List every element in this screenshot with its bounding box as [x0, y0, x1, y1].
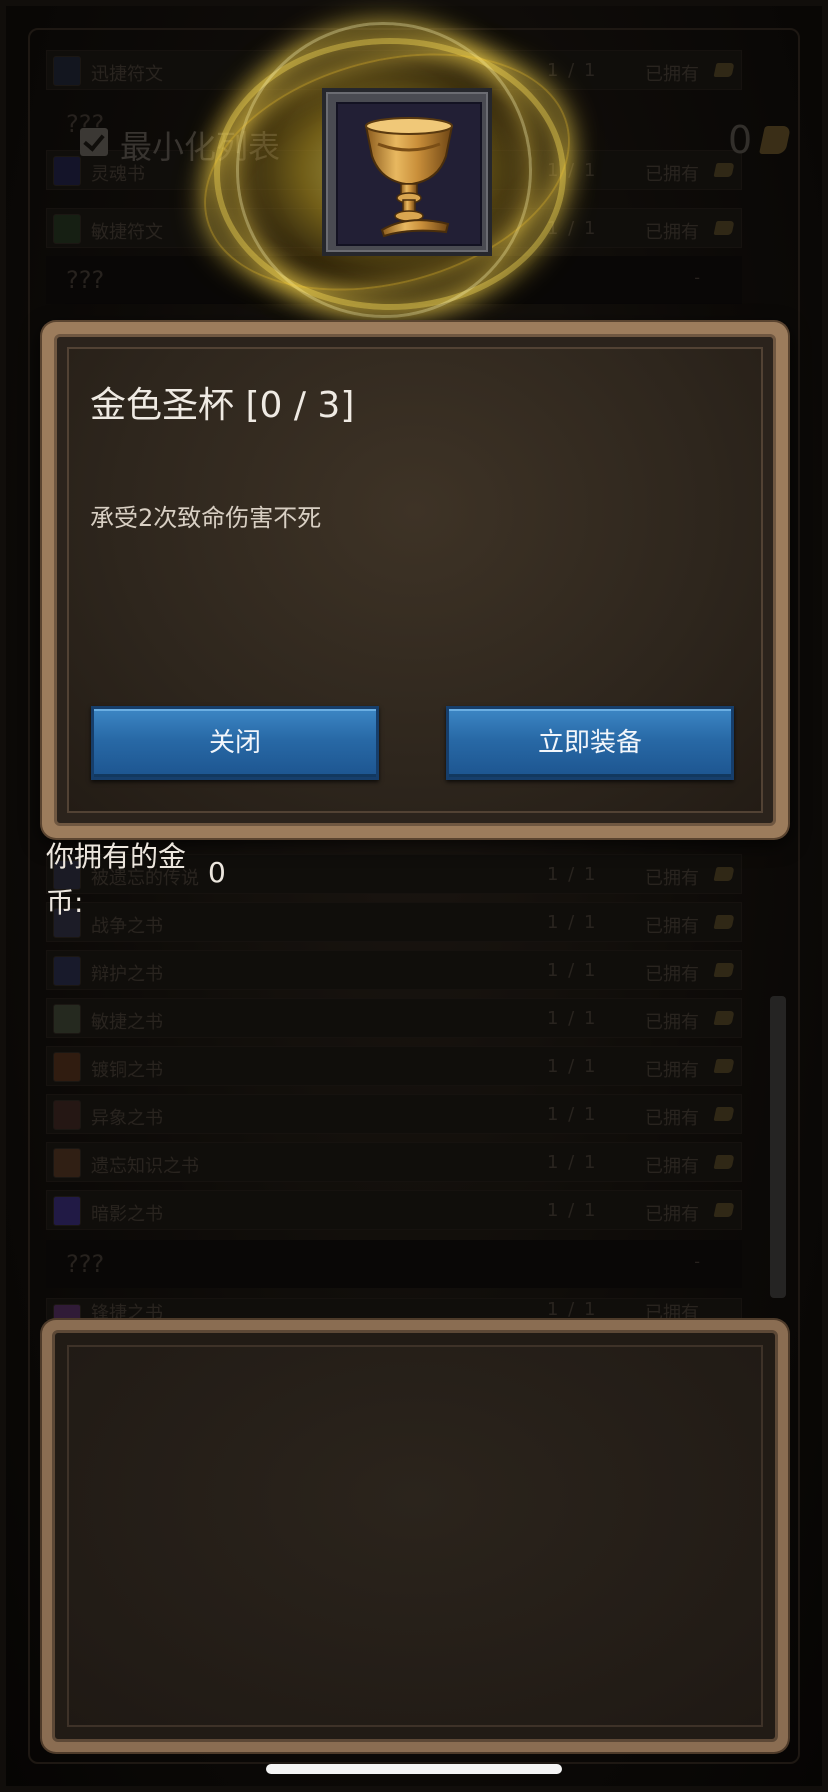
item-count: 1 / 1 [547, 1104, 598, 1125]
list-item: 异象之书 1 / 1 已拥有 [46, 1094, 742, 1134]
item-title: 金色圣杯 [0 / 3] [90, 385, 355, 426]
item-count: 1 / 1 [547, 1299, 598, 1320]
item-status: 已拥有 [645, 64, 699, 85]
item-status: 已拥有 [645, 1303, 699, 1320]
book-icon [53, 1004, 81, 1034]
item-name: 暗影之书 [91, 1204, 163, 1225]
panel-body [67, 1345, 763, 1727]
item-name: 锋捷之书 [91, 1303, 163, 1320]
item-status: 已拥有 [645, 916, 699, 937]
unknown-label: ??? [66, 266, 105, 294]
list-item: 敏捷之书 1 / 1 已拥有 [46, 998, 742, 1038]
list-item: 辩护之书 1 / 1 已拥有 [46, 950, 742, 990]
item-name: 遗忘知识之书 [91, 1156, 199, 1177]
scroll-icon [713, 1155, 735, 1169]
item-count: 1 / 1 [547, 864, 598, 885]
rune-icon [53, 56, 81, 86]
book-icon [53, 1052, 81, 1082]
item-count: 1 / 1 [547, 1200, 598, 1221]
scroll-icon [713, 221, 735, 235]
list-item: 遗忘知识之书 1 / 1 已拥有 [46, 1142, 742, 1182]
scroll-icon [713, 163, 735, 177]
item-status: 已拥有 [645, 964, 699, 985]
scroll-icon [713, 1011, 735, 1025]
item-name: 迅捷符文 [91, 64, 163, 85]
book-icon [53, 956, 81, 986]
list-item: 暗影之书 1 / 1 已拥有 [46, 1190, 742, 1230]
scroll-icon [713, 867, 735, 881]
gold-owned-label: 你拥有的金币: [46, 840, 187, 919]
item-status: 已拥有 [645, 1012, 699, 1033]
close-button[interactable]: 关闭 [91, 706, 379, 780]
item-status: 已拥有 [645, 1204, 699, 1225]
home-indicator[interactable] [266, 1764, 562, 1774]
unknown-label: ??? [66, 1250, 105, 1278]
item-status: 已拥有 [645, 164, 699, 185]
book-icon [53, 156, 81, 186]
list-item-unknown: ??? - [46, 1240, 742, 1288]
scroll-icon [713, 1107, 735, 1121]
equip-now-button[interactable]: 立即装备 [446, 706, 734, 780]
scroll-icon [713, 1059, 735, 1073]
item-name: 镀铜之书 [91, 1060, 163, 1081]
item-count: 1 / 1 [547, 1008, 598, 1029]
rune-icon [53, 214, 81, 244]
book-icon [53, 1304, 81, 1319]
book-icon [53, 1148, 81, 1178]
item-status: 已拥有 [645, 868, 699, 889]
gold-owned-value: 0 [208, 856, 226, 889]
item-name: 异象之书 [91, 1108, 163, 1129]
item-count: 1 / 1 [547, 960, 598, 981]
list-item: 锋捷之书 1 / 1 已拥有 [46, 1298, 742, 1320]
scroll-icon [713, 1203, 735, 1217]
item-count: 1 / 1 [547, 912, 598, 933]
scroll-icon [713, 915, 735, 929]
unknown-dash: - [694, 268, 700, 287]
item-count: 1 / 1 [547, 1152, 598, 1173]
item-status: 已拥有 [645, 1108, 699, 1129]
item-name: 敏捷之书 [91, 1012, 163, 1033]
item-name: 敏捷符文 [91, 222, 163, 243]
list-item: 镀铜之书 1 / 1 已拥有 [46, 1046, 742, 1086]
item-name: 辩护之书 [91, 964, 163, 985]
panel-border [52, 1330, 778, 1742]
checkbox-checked-icon[interactable] [80, 128, 108, 156]
item-status: 已拥有 [645, 222, 699, 243]
bottom-panel [42, 1320, 788, 1752]
item-count: 1 / 1 [547, 60, 598, 81]
book-icon [53, 1100, 81, 1130]
gold-count: 0 [728, 118, 753, 162]
scroll-icon [713, 63, 735, 77]
scroll-icon [713, 963, 735, 977]
item-description: 承受2次致命伤害不死 [90, 504, 322, 532]
item-status: 已拥有 [645, 1156, 699, 1177]
item-count: 1 / 1 [547, 1056, 598, 1077]
item-icon-frame [322, 88, 492, 256]
unknown-dash: - [694, 1252, 700, 1271]
item-status: 已拥有 [645, 1060, 699, 1081]
golden-chalice-icon [336, 102, 482, 246]
book-icon [53, 1196, 81, 1226]
list-scrollbar[interactable] [770, 996, 786, 1298]
